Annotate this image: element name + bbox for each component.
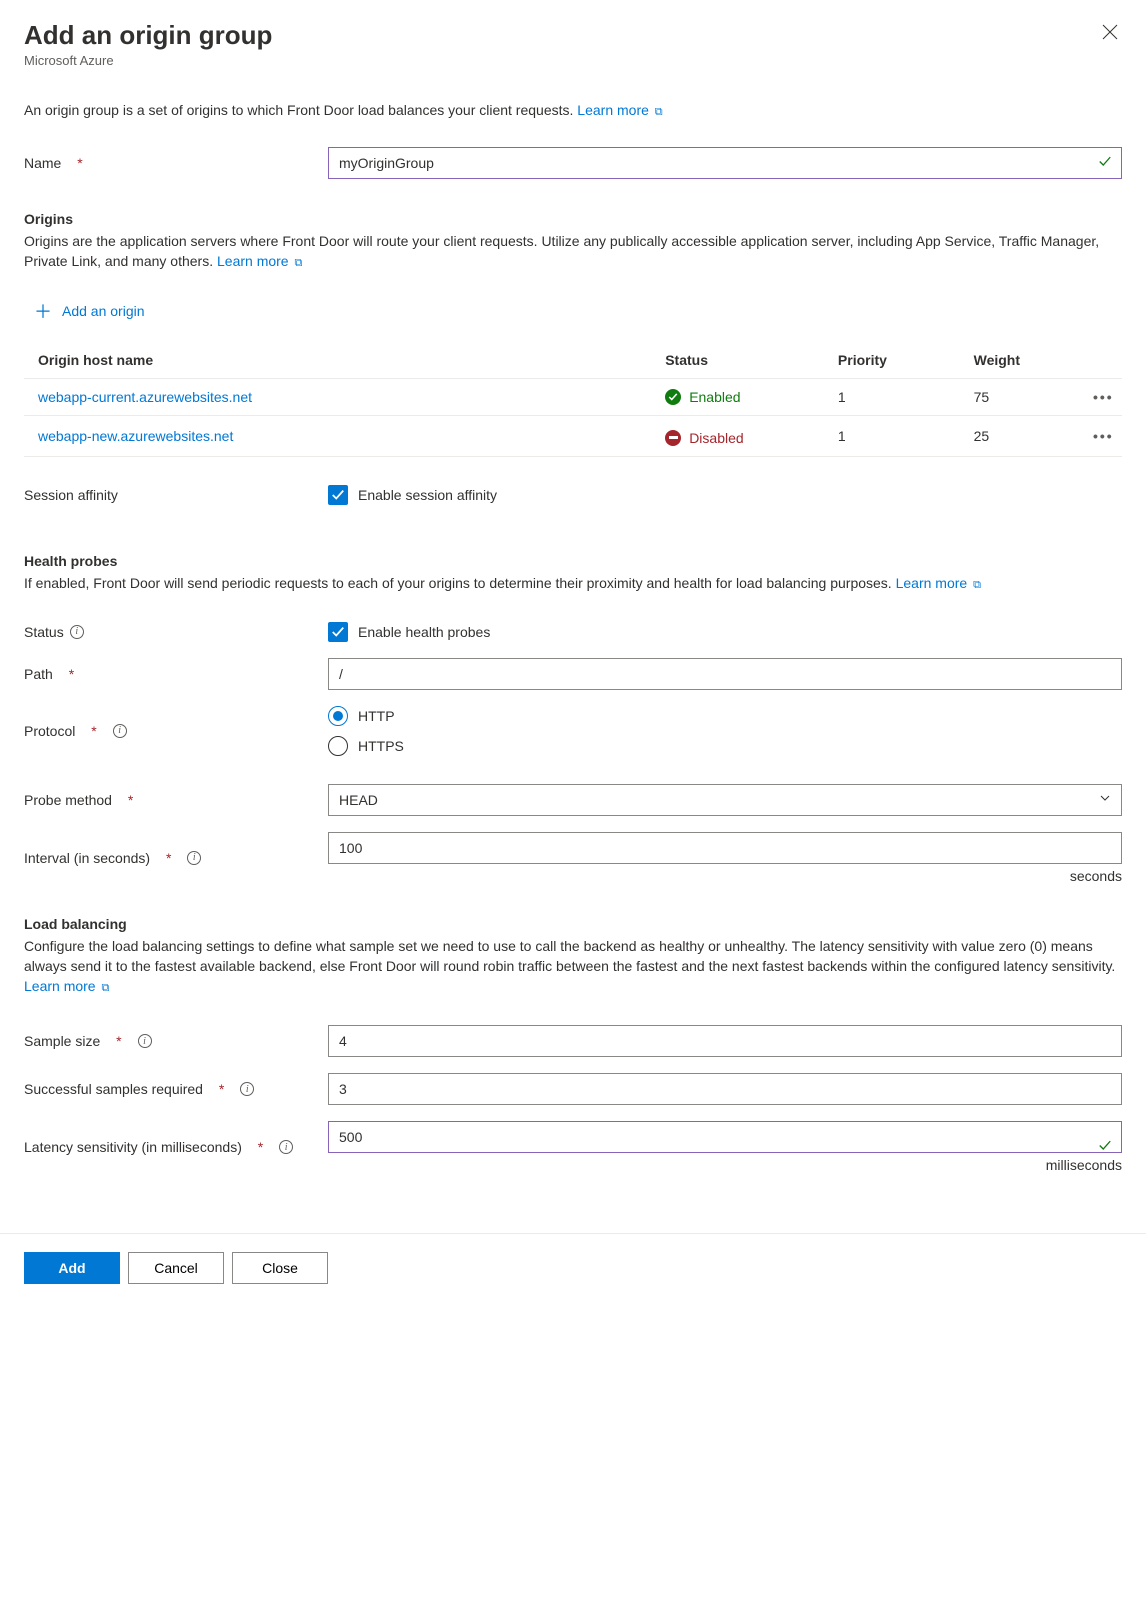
health-probes-checkbox-label: Enable health probes bbox=[358, 624, 490, 640]
sample-size-input[interactable] bbox=[328, 1025, 1122, 1057]
info-icon[interactable]: i bbox=[113, 724, 127, 738]
origin-host-link[interactable]: webapp-new.azurewebsites.net bbox=[38, 428, 233, 444]
close-icon[interactable] bbox=[1098, 20, 1122, 49]
origins-learn-more-link[interactable]: Learn more ⧉ bbox=[217, 253, 302, 269]
session-affinity-label: Session affinity bbox=[24, 487, 328, 503]
add-button[interactable]: Add bbox=[24, 1252, 120, 1284]
interval-unit: seconds bbox=[328, 868, 1122, 884]
latency-label: Latency sensitivity (in milliseconds) * … bbox=[24, 1139, 328, 1155]
col-priority-header: Priority bbox=[826, 342, 962, 379]
health-learn-more-link[interactable]: Learn more ⧉ bbox=[896, 575, 981, 591]
session-affinity-checkbox[interactable] bbox=[328, 485, 348, 505]
health-probes-checkbox[interactable] bbox=[328, 622, 348, 642]
info-icon[interactable]: i bbox=[187, 851, 201, 865]
enabled-icon bbox=[665, 389, 681, 405]
info-icon[interactable]: i bbox=[240, 1082, 254, 1096]
path-label: Path * bbox=[24, 666, 328, 682]
external-link-icon: ⧉ bbox=[294, 257, 302, 269]
interval-input[interactable] bbox=[328, 832, 1122, 864]
chevron-down-icon bbox=[1099, 792, 1111, 807]
latency-unit: milliseconds bbox=[328, 1157, 1122, 1173]
col-host-header: Origin host name bbox=[24, 342, 653, 379]
status-text: Enabled bbox=[689, 389, 740, 405]
page-title: Add an origin group bbox=[24, 20, 272, 51]
external-link-icon: ⧉ bbox=[655, 106, 663, 118]
plus-icon: ＋ bbox=[34, 298, 52, 324]
learn-more-link[interactable]: Learn more ⧉ bbox=[577, 102, 662, 118]
name-label: Name * bbox=[24, 155, 328, 171]
check-icon bbox=[1098, 155, 1112, 172]
external-link-icon: ⧉ bbox=[101, 982, 109, 994]
check-icon bbox=[1098, 1139, 1112, 1156]
status-text: Disabled bbox=[689, 430, 743, 446]
probe-method-select[interactable]: HEAD bbox=[328, 784, 1122, 816]
cancel-button[interactable]: Cancel bbox=[128, 1252, 224, 1284]
protocol-https-radio[interactable]: HTTPS bbox=[328, 736, 1122, 756]
origins-table: Origin host name Status Priority Weight … bbox=[24, 342, 1122, 457]
status-label: Status i bbox=[24, 624, 328, 640]
lb-learn-more-link[interactable]: Learn more ⧉ bbox=[24, 978, 109, 994]
more-icon[interactable]: ••• bbox=[1093, 428, 1114, 444]
health-probes-description: If enabled, Front Door will send periodi… bbox=[24, 573, 1122, 594]
interval-label: Interval (in seconds) * i bbox=[24, 850, 328, 866]
external-link-icon: ⧉ bbox=[973, 579, 981, 591]
table-row: webapp-new.azurewebsites.net Disabled 1 … bbox=[24, 416, 1122, 457]
page-subtitle: Microsoft Azure bbox=[24, 53, 272, 68]
weight-cell: 25 bbox=[962, 416, 1073, 457]
info-icon[interactable]: i bbox=[279, 1140, 293, 1154]
description: An origin group is a set of origins to w… bbox=[24, 102, 1122, 119]
col-status-header: Status bbox=[653, 342, 826, 379]
protocol-http-radio[interactable]: HTTP bbox=[328, 706, 1122, 726]
table-row: webapp-current.azurewebsites.net Enabled… bbox=[24, 379, 1122, 416]
origin-host-link[interactable]: webapp-current.azurewebsites.net bbox=[38, 389, 252, 405]
probe-method-label: Probe method * bbox=[24, 792, 328, 808]
session-affinity-checkbox-label: Enable session affinity bbox=[358, 487, 497, 503]
info-icon[interactable]: i bbox=[70, 625, 84, 639]
path-input[interactable] bbox=[328, 658, 1122, 690]
origins-heading: Origins bbox=[24, 211, 1122, 227]
health-probes-heading: Health probes bbox=[24, 553, 1122, 569]
sample-size-label: Sample size * i bbox=[24, 1033, 328, 1049]
load-balancing-description: Configure the load balancing settings to… bbox=[24, 936, 1122, 998]
name-input[interactable] bbox=[328, 147, 1122, 179]
latency-input[interactable] bbox=[328, 1121, 1122, 1153]
priority-cell: 1 bbox=[826, 379, 962, 416]
priority-cell: 1 bbox=[826, 416, 962, 457]
origins-description: Origins are the application servers wher… bbox=[24, 231, 1122, 272]
col-weight-header: Weight bbox=[962, 342, 1073, 379]
disabled-icon bbox=[665, 430, 681, 446]
success-samples-input[interactable] bbox=[328, 1073, 1122, 1105]
info-icon[interactable]: i bbox=[138, 1034, 152, 1048]
protocol-label: Protocol * i bbox=[24, 723, 328, 739]
more-icon[interactable]: ••• bbox=[1093, 389, 1114, 405]
success-samples-label: Successful samples required * i bbox=[24, 1081, 328, 1097]
weight-cell: 75 bbox=[962, 379, 1073, 416]
add-origin-button[interactable]: ＋ Add an origin bbox=[24, 298, 145, 324]
load-balancing-heading: Load balancing bbox=[24, 916, 1122, 932]
close-button[interactable]: Close bbox=[232, 1252, 328, 1284]
